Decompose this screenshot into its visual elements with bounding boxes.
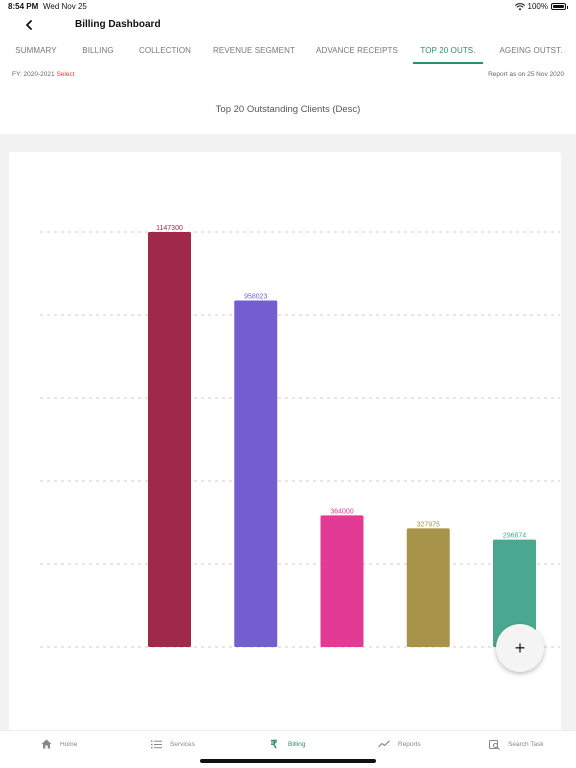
bar-value-label-5: 296874 (503, 533, 526, 540)
tab-revenue-segment[interactable]: REVENUE SEGMENT (208, 38, 300, 64)
back-button[interactable] (20, 16, 38, 34)
page-title: Billing Dashboard (75, 19, 161, 30)
bar-1[interactable] (148, 232, 191, 647)
header: Billing Dashboard (0, 14, 576, 36)
tab-summary[interactable]: SUMMARY (6, 38, 66, 64)
bar-value-label-3: 364000 (330, 508, 353, 515)
tab-ageing-outstanding[interactable]: AGEING OUTST. (492, 38, 570, 64)
fy-filter: FY: 2020-2021 Select (12, 71, 75, 78)
status-time: 8:54 PM (8, 2, 39, 11)
search-task-icon (488, 738, 500, 750)
bar-value-label-4: 327975 (417, 521, 440, 528)
plus-icon: + (514, 637, 526, 658)
tab-bar: SUMMARY BILLING COLLECTION REVENUE SEGME… (0, 38, 576, 64)
chevron-left-icon (26, 20, 32, 30)
tab-billing[interactable]: BILLING (74, 38, 122, 64)
fy-select-link[interactable]: Select (56, 71, 74, 78)
tab-collection[interactable]: COLLECTION (132, 38, 198, 64)
nav-reports[interactable]: Reports (378, 738, 421, 750)
nav-search-task-label: Search Task (508, 740, 544, 748)
nav-services[interactable]: Services (150, 738, 195, 750)
bar-value-label-1: 1147300 (156, 225, 183, 232)
battery-icon (551, 3, 568, 10)
wifi-icon (514, 2, 525, 10)
nav-billing[interactable]: ₹ Billing (268, 738, 306, 751)
status-right: 100% (514, 2, 568, 11)
bar-value-label-2: 958023 (244, 293, 267, 300)
bar-chart: 1147300 958023 364000 327975 296874 (40, 225, 560, 648)
nav-home[interactable]: Home (40, 738, 77, 750)
nav-services-label: Services (170, 740, 195, 748)
report-date: Report as on 25 Nov 2020 (488, 71, 564, 78)
home-indicator (200, 759, 376, 763)
fy-label: FY: 2020-2021 (12, 71, 55, 78)
battery-percent: 100% (527, 2, 548, 11)
nav-search-task[interactable]: Search Task (488, 738, 544, 750)
list-icon (150, 738, 162, 750)
status-date: Wed Nov 25 (43, 2, 87, 11)
tab-advance-receipts[interactable]: ADVANCE RECEIPTS (310, 38, 404, 64)
rupee-icon: ₹ (270, 738, 278, 751)
chart-card: 1147300 958023 364000 327975 296874 (9, 152, 561, 732)
add-fab-button[interactable]: + (496, 624, 544, 672)
chart-title: Top 20 Outstanding Clients (Desc) (215, 104, 361, 115)
nav-reports-label: Reports (398, 740, 421, 748)
trend-chart-icon (378, 738, 390, 750)
nav-billing-label: Billing (288, 740, 306, 748)
bar-4[interactable] (406, 528, 450, 647)
status-bar: 8:54 PM Wed Nov 25 100% (0, 0, 576, 14)
nav-home-label: Home (60, 740, 78, 748)
bar-3[interactable] (320, 515, 364, 647)
home-icon (40, 738, 52, 750)
tab-top-20-outstanding[interactable]: TOP 20 OUTS. (413, 38, 483, 64)
bar-2[interactable] (234, 300, 278, 647)
